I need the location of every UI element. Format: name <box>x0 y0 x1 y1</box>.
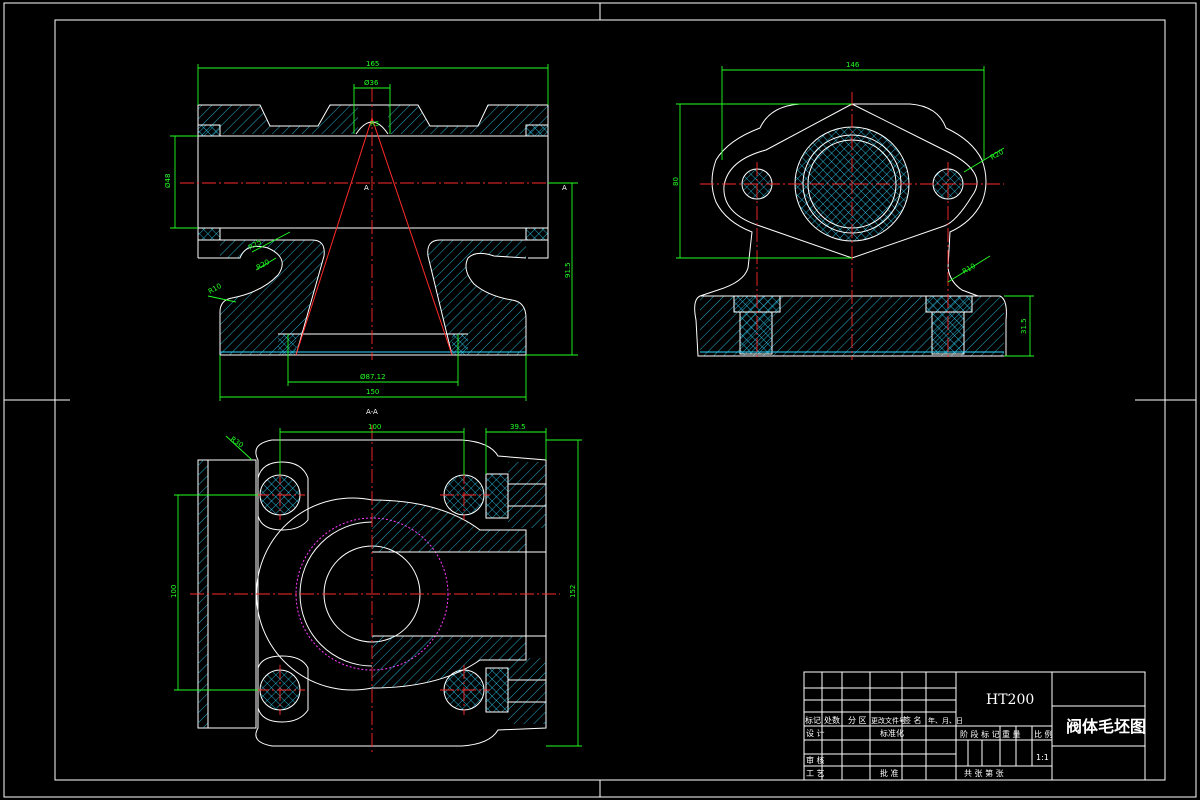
tb-ratio: 比 例 <box>1034 729 1053 739</box>
dim-side-radius-bottom: R10 <box>961 262 977 276</box>
tb-process: 工 艺 <box>806 769 825 778</box>
dim-plan-right-top: 39.5 <box>510 423 526 431</box>
dim-front-right-height: 91.5 <box>564 262 572 278</box>
dim-side-left-height: 80 <box>672 177 680 186</box>
dim-plan-right-height: 152 <box>569 585 577 598</box>
tb-stage-mark: 阶 段 标 记 <box>960 729 1000 739</box>
dim-front-bottom-width: 150 <box>366 388 379 396</box>
tb-weight: 重 量 <box>1002 729 1021 739</box>
tb-design: 设 计 <box>806 728 825 738</box>
section-marker-right: A <box>562 184 567 192</box>
drawing-sheet: A A 165 Ø36 Ø48 91.5 Ø87.12 150 R25 R20 … <box>3 2 1197 798</box>
dim-plan-top-width: 100 <box>368 423 381 431</box>
dim-front-bottom-bore: Ø87.12 <box>360 373 386 381</box>
material-label: HT200 <box>986 692 1034 708</box>
tb-signature: 签 名 <box>903 715 922 725</box>
plan-section-view: A-A 100 39.5 100 152 R30 <box>170 408 582 755</box>
tb-mark: 标记 <box>805 715 821 725</box>
dim-side-base-height: 31.5 <box>1020 318 1028 334</box>
section-view-label: A-A <box>366 408 378 416</box>
tb-date: 年、月、日 <box>928 716 963 725</box>
dim-side-top-width: 146 <box>846 61 860 69</box>
section-marker-left: A <box>364 184 369 192</box>
front-section-view: A A 165 Ø36 Ø48 91.5 Ø87.12 150 R25 R20 … <box>164 60 578 401</box>
tb-standardize: 标准化 <box>880 728 904 738</box>
tb-sheets: 共 张 第 张 <box>964 768 1004 778</box>
dim-front-top-bore: Ø36 <box>364 79 379 87</box>
drawing-title: 阀体毛坯图 <box>1066 717 1146 736</box>
tb-change-doc: 更改文件号 <box>871 716 906 725</box>
dim-front-radius-2: R20 <box>255 258 271 272</box>
dim-side-radius-top: R20 <box>989 148 1005 162</box>
dim-front-radius-4: R5 <box>370 120 379 128</box>
title-block: HT200 阀体毛坯图 标记 处数 分 区 更改文件号 签 名 年、月、日 设 … <box>803 671 1146 781</box>
sheet-frame <box>3 2 1197 798</box>
dim-plan-radius: R30 <box>229 435 245 449</box>
side-view: 146 80 R20 R10 31.5 <box>672 61 1034 360</box>
tb-review: 审 核 <box>806 755 825 765</box>
dim-front-radius-3: R10 <box>207 282 223 296</box>
tb-count: 处数 <box>824 715 840 725</box>
dim-front-left-height: Ø48 <box>164 174 172 188</box>
tb-zone: 分 区 <box>848 716 867 725</box>
dim-front-top-width: 165 <box>366 60 379 68</box>
dim-plan-left-height: 100 <box>170 585 178 598</box>
tb-scale-value: 1:1 <box>1036 753 1049 762</box>
tb-approve: 批 准 <box>880 768 899 778</box>
